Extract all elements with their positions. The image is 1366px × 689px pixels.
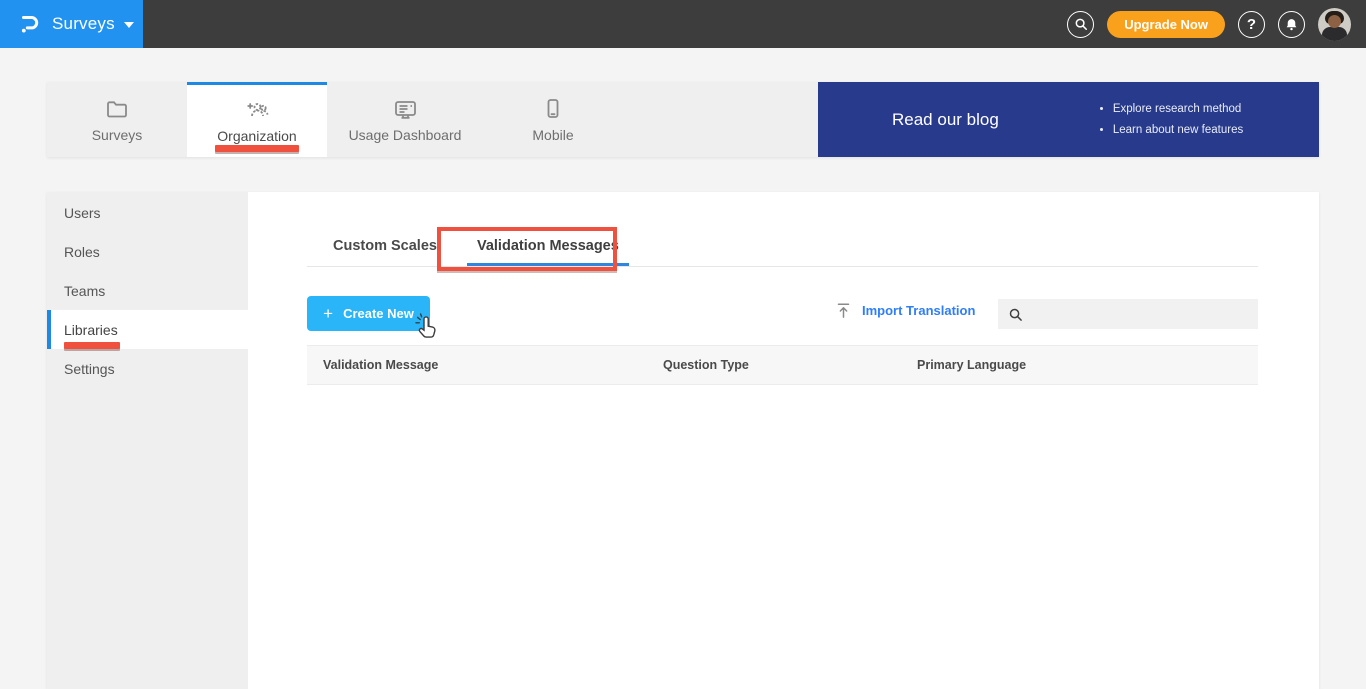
- chevron-down-icon: [123, 22, 134, 28]
- folder-icon: [107, 100, 127, 117]
- people-add-icon: [247, 103, 269, 117]
- nav-tab-organization[interactable]: Organization: [187, 82, 327, 157]
- nav-tab-label: Surveys: [91, 126, 143, 143]
- annotation-underline-organization: [215, 145, 299, 152]
- blog-promo-banner[interactable]: Read our blog Explore research method Le…: [818, 82, 1319, 157]
- import-translation-link[interactable]: Import Translation: [836, 302, 975, 319]
- user-avatar[interactable]: [1318, 7, 1351, 41]
- search-icon: [1009, 308, 1022, 321]
- promo-bullet: Learn about new features: [1113, 120, 1243, 141]
- tab-validation-messages[interactable]: Validation Messages: [466, 238, 629, 266]
- help-icon[interactable]: ?: [1238, 10, 1265, 38]
- sidebar-item-roles[interactable]: Roles: [47, 232, 248, 271]
- sidebar-item-label: Libraries: [64, 321, 118, 338]
- sidebar-item-label: Roles: [64, 243, 100, 260]
- promo-title: Read our blog: [892, 109, 999, 129]
- nav-tab-label: Usage Dashboard: [348, 126, 462, 143]
- sidebar-item-label: Users: [64, 204, 101, 221]
- promo-bullet-list: Explore research method Learn about new …: [1099, 99, 1243, 141]
- create-new-label: Create New: [343, 306, 414, 321]
- app-menu-label: Surveys: [52, 14, 115, 33]
- upgrade-now-button[interactable]: Upgrade Now: [1107, 10, 1225, 38]
- org-sidebar: Users Roles Teams Libraries Settings: [47, 192, 248, 689]
- libraries-content: Custom Scales Validation Messages + Crea…: [248, 192, 1319, 689]
- sidebar-item-label: Teams: [64, 282, 106, 299]
- annotation-underline-libraries: [64, 342, 120, 349]
- upload-icon: [837, 303, 850, 318]
- header-actions: Upgrade Now ?: [1067, 0, 1351, 48]
- search-icon[interactable]: [1067, 10, 1095, 38]
- sidebar-item-libraries[interactable]: Libraries: [47, 310, 248, 349]
- table-search: [998, 299, 1258, 329]
- tab-custom-scales[interactable]: Custom Scales: [331, 238, 439, 266]
- questionpro-logo-icon: [21, 16, 39, 33]
- column-validation-message: Validation Message: [323, 358, 439, 372]
- nav-tab-mobile[interactable]: Mobile: [483, 82, 623, 157]
- mobile-icon: [547, 98, 559, 118]
- library-tabs: Custom Scales Validation Messages: [307, 229, 1258, 267]
- sidebar-item-users[interactable]: Users: [47, 193, 248, 232]
- sidebar-item-teams[interactable]: Teams: [47, 271, 248, 310]
- sidebar-item-label: Settings: [64, 360, 115, 377]
- search-input[interactable]: [1031, 299, 1258, 329]
- app-switcher[interactable]: Surveys: [0, 0, 143, 48]
- bell-icon[interactable]: [1278, 10, 1305, 38]
- column-question-type: Question Type: [663, 358, 749, 372]
- module-nav: Surveys Organization Usage Dashboard Mob…: [47, 82, 1319, 157]
- organization-panel: Users Roles Teams Libraries Settings Cus…: [47, 192, 1319, 689]
- sidebar-item-settings[interactable]: Settings: [47, 349, 248, 388]
- nav-tab-label: Mobile: [532, 126, 574, 143]
- promo-bullet: Explore research method: [1113, 99, 1243, 120]
- dashboard-icon: [394, 100, 416, 119]
- plus-icon: +: [323, 303, 334, 323]
- import-translation-label: Import Translation: [862, 303, 976, 318]
- nav-tab-surveys[interactable]: Surveys: [47, 82, 187, 157]
- top-header: Surveys Upgrade Now ?: [0, 0, 1366, 48]
- column-primary-language: Primary Language: [917, 358, 1027, 372]
- create-new-button[interactable]: + Create New: [307, 296, 430, 331]
- nav-tab-usage-dashboard[interactable]: Usage Dashboard: [327, 82, 483, 157]
- table-header-row: Validation Message Question Type Primary…: [307, 345, 1258, 385]
- nav-tab-label: Organization: [217, 128, 297, 144]
